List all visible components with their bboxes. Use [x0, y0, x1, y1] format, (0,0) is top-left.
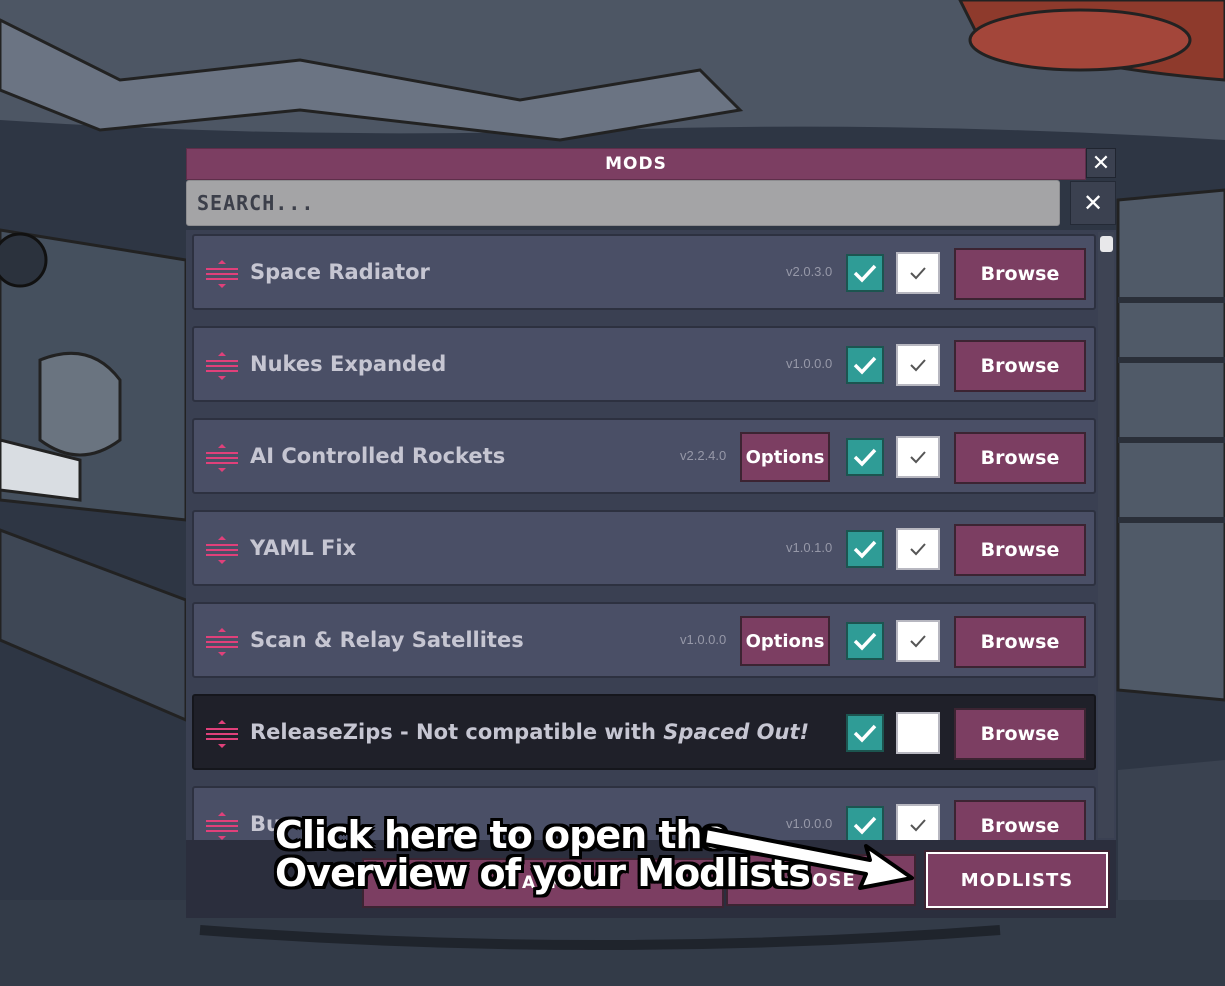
mod-compatibility-checkbox[interactable] — [896, 252, 940, 294]
browse-button[interactable]: Browse — [954, 800, 1086, 840]
mod-enabled-checkbox[interactable] — [846, 530, 884, 568]
arrow-right-icon — [702, 826, 914, 890]
drag-handle-icon[interactable] — [206, 536, 238, 564]
browse-button[interactable]: Browse — [954, 340, 1086, 392]
mod-title: AI Controlled Rockets — [250, 444, 506, 468]
browse-button[interactable]: Browse — [954, 708, 1086, 760]
mod-title: Scan & Relay Satellites — [250, 628, 524, 652]
mod-compatibility-checkbox[interactable] — [896, 436, 940, 478]
mod-compatibility-checkbox[interactable] — [896, 712, 940, 754]
browse-button[interactable]: Browse — [954, 248, 1086, 300]
close-icon: ✕ — [1091, 150, 1111, 176]
checkmark-icon — [910, 635, 926, 648]
mod-row: Space Radiator v2.0.3.0 Browse — [192, 234, 1096, 310]
window-close-button[interactable]: ✕ — [1086, 148, 1116, 178]
mod-title: Space Radiator — [250, 260, 430, 284]
checkmark-icon — [853, 264, 877, 283]
browse-button[interactable]: Browse — [954, 616, 1086, 668]
mod-enabled-checkbox[interactable] — [846, 254, 884, 292]
checkmark-icon — [910, 543, 926, 556]
mod-title-emphasis: Spaced Out! — [663, 720, 810, 744]
checkmark-icon — [910, 451, 926, 464]
window-title: MODS — [186, 148, 1086, 180]
checkmark-icon — [910, 267, 926, 280]
drag-handle-icon[interactable] — [206, 628, 238, 656]
mods-window: MODS ✕ ✕ Space Radiator v2.0.3.0 Browse — [186, 148, 1116, 918]
mod-row-incompatible: ReleaseZips - Not compatible with Spaced… — [192, 694, 1096, 770]
mod-version: v2.0.3.0 — [786, 264, 833, 279]
drag-handle-icon[interactable] — [206, 260, 238, 288]
checkmark-icon — [853, 356, 877, 375]
mod-row: Nukes Expanded v1.0.0.0 Browse — [192, 326, 1096, 402]
mod-enabled-checkbox[interactable] — [846, 438, 884, 476]
mod-enabled-checkbox[interactable] — [846, 714, 884, 752]
mod-version: v1.0.0.0 — [680, 632, 727, 647]
checkmark-icon — [853, 724, 877, 743]
search-clear-button[interactable]: ✕ — [1070, 181, 1116, 225]
mod-compatibility-checkbox[interactable] — [896, 528, 940, 570]
mod-row: Scan & Relay Satellites v1.0.0.0 Options… — [192, 602, 1096, 678]
search-input[interactable] — [186, 180, 1060, 226]
mod-compatibility-checkbox[interactable] — [896, 620, 940, 662]
mod-row: AI Controlled Rockets v2.2.4.0 Options B… — [192, 418, 1096, 494]
mod-title: YAML Fix — [250, 536, 357, 560]
mod-enabled-checkbox[interactable] — [846, 622, 884, 660]
browse-button[interactable]: Browse — [954, 432, 1086, 484]
mod-row: YAML Fix v1.0.1.0 Browse — [192, 510, 1096, 586]
mod-version: v2.2.4.0 — [680, 448, 727, 463]
mod-version: v1.0.1.0 — [786, 540, 833, 555]
mod-enabled-checkbox[interactable] — [846, 346, 884, 384]
mod-title: ReleaseZips - Not compatible with Spaced… — [250, 696, 809, 768]
drag-handle-icon[interactable] — [206, 812, 238, 840]
mod-title: Nukes Expanded — [250, 352, 447, 376]
close-icon: ✕ — [1082, 189, 1104, 217]
drag-handle-icon[interactable] — [206, 352, 238, 380]
mod-list[interactable]: Space Radiator v2.0.3.0 Browse Nukes Exp… — [186, 230, 1116, 840]
checkmark-icon — [853, 540, 877, 559]
options-button[interactable]: Options — [740, 432, 830, 482]
checkmark-icon — [853, 448, 877, 467]
scrollbar-track[interactable] — [1098, 232, 1114, 838]
mod-version: v1.0.0.0 — [786, 356, 833, 371]
browse-button[interactable]: Browse — [954, 524, 1086, 576]
modlists-button[interactable]: MODLISTS — [924, 850, 1110, 910]
options-button[interactable]: Options — [740, 616, 830, 666]
checkmark-icon — [853, 632, 877, 651]
mod-compatibility-checkbox[interactable] — [896, 344, 940, 386]
drag-handle-icon[interactable] — [206, 444, 238, 472]
checkmark-icon — [910, 359, 926, 372]
drag-handle-icon[interactable] — [206, 720, 238, 748]
mod-title-text: ReleaseZips - Not compatible with — [250, 720, 664, 744]
scrollbar-thumb[interactable] — [1100, 236, 1113, 252]
